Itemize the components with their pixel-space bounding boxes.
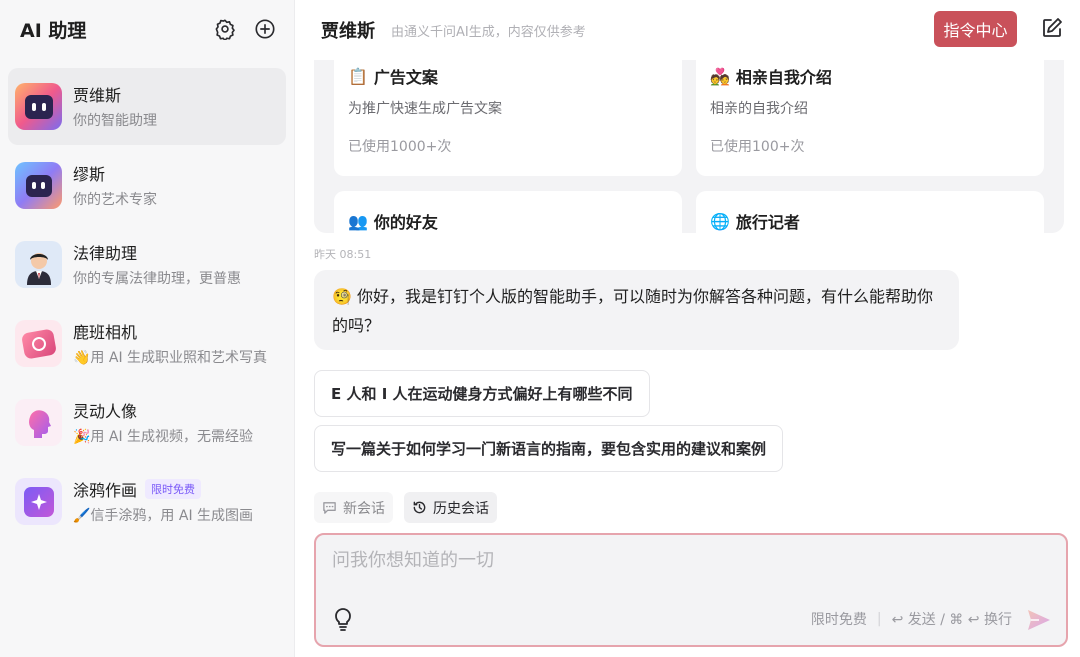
- agent-name: 涂鸦作画 限时免费: [73, 478, 253, 500]
- sidebar-header: AI 助理: [20, 14, 278, 44]
- hint-divider: |: [876, 611, 882, 627]
- assistant-name: 贾维斯: [321, 21, 375, 42]
- agent-item-muse[interactable]: 缪斯 你的艺术专家: [8, 147, 286, 224]
- lawyer-avatar-icon: [15, 241, 62, 288]
- chat-input[interactable]: [332, 547, 1032, 573]
- agent-item-jarvis[interactable]: 贾维斯 你的智能助理: [8, 68, 286, 145]
- card-title: 你的好友: [373, 213, 438, 232]
- agent-item-legal[interactable]: 法律助理 你的专属法律助理，更普惠: [8, 226, 286, 303]
- free-badge: 限时免费: [145, 479, 202, 499]
- palette-robot-avatar-icon: [15, 162, 62, 209]
- agent-desc: 🖌️信手涂鸦，用 AI 生成图画: [73, 508, 254, 524]
- new-session-button[interactable]: 新会话: [314, 492, 393, 523]
- settings-gear-icon[interactable]: [212, 16, 238, 42]
- agent-desc: 👋用 AI 生成职业照和艺术写真: [73, 350, 268, 366]
- input-hints: 限时免费 | ↩ 发送 / ⌘ ↩ 换行: [811, 609, 1012, 629]
- new-session-label: 新会话: [343, 500, 385, 517]
- card-title: 旅行记者: [735, 213, 800, 232]
- sidebar: AI 助理 贾维斯 你的智能助理 缪斯 你的艺术专家 法律助理 你的专属法律助理…: [0, 0, 295, 657]
- prompt-card-dating-intro[interactable]: 💑 相亲自我介绍 相亲的自我介绍 已使用100+次: [696, 60, 1044, 176]
- card-title: 广告文案: [373, 68, 438, 87]
- camera-avatar-icon: [15, 320, 62, 367]
- card-desc: 为推广快速生成广告文案: [348, 101, 502, 117]
- robot-avatar-icon: [15, 83, 62, 130]
- agent-name: 缪斯: [73, 165, 106, 184]
- card-usage: 已使用1000+次: [348, 139, 452, 155]
- assistant-disclaimer: 由通义千问AI生成，内容仅供参考: [391, 24, 586, 40]
- prompt-cards-panel: 📋 广告文案 为推广快速生成广告文案 已使用1000+次 💑 相亲自我介绍 相亲…: [314, 60, 1064, 233]
- prompt-card-ad-copy[interactable]: 📋 广告文案 为推广快速生成广告文案 已使用1000+次: [334, 60, 682, 176]
- agent-list: 贾维斯 你的智能助理 缪斯 你的艺术专家 法律助理 你的专属法律助理，更普惠 鹿…: [8, 68, 286, 542]
- agent-desc: 你的艺术专家: [73, 192, 157, 208]
- message-timestamp: 昨天 08:51: [314, 248, 372, 261]
- couple-icon: 💑: [710, 66, 730, 86]
- agent-name: 灵动人像: [73, 402, 138, 421]
- agent-name: 鹿班相机: [73, 323, 138, 342]
- main-panel: 贾维斯 由通义千问AI生成，内容仅供参考 指令中心 📋 广告文案 为推广快速生成…: [296, 0, 1080, 657]
- globe-icon: 🌐: [710, 211, 730, 231]
- card-usage: 已使用100+次: [710, 139, 805, 155]
- history-session-button[interactable]: 历史会话: [404, 492, 497, 523]
- people-icon: 👥: [348, 211, 368, 231]
- agent-item-doodle[interactable]: 涂鸦作画 限时免费 🖌️信手涂鸦，用 AI 生成图画: [8, 463, 286, 540]
- add-circle-icon[interactable]: [252, 16, 278, 42]
- history-session-label: 历史会话: [433, 500, 489, 517]
- lightbulb-icon[interactable]: [332, 607, 354, 631]
- agent-desc: 你的专属法律助理，更普惠: [73, 271, 241, 287]
- edit-note-icon[interactable]: [1040, 16, 1064, 40]
- agent-name: 法律助理: [73, 244, 138, 263]
- send-shortcut-hint: ↩ 发送 / ⌘ ↩ 换行: [891, 612, 1012, 628]
- suggestion-chip[interactable]: 写一篇关于如何学习一门新语言的指南，要包含实用的建议和案例: [314, 425, 784, 472]
- sidebar-title: AI 助理: [20, 19, 87, 42]
- prompt-card-travel-reporter[interactable]: 🌐 旅行记者: [696, 191, 1044, 233]
- portrait-avatar-icon: [15, 399, 62, 446]
- doodle-avatar-icon: [15, 478, 62, 525]
- command-center-button[interactable]: 指令中心: [934, 11, 1017, 47]
- suggestion-chip[interactable]: E 人和 I 人在运动健身方式偏好上有哪些不同: [314, 370, 650, 417]
- history-clock-icon: [413, 501, 426, 514]
- agent-name: 贾维斯: [73, 86, 122, 105]
- agent-name-text: 涂鸦作画: [73, 481, 138, 500]
- chat-bubble-icon: [323, 502, 336, 514]
- agent-item-camera[interactable]: 鹿班相机 👋用 AI 生成职业照和艺术写真: [8, 305, 286, 382]
- send-icon[interactable]: [1026, 607, 1052, 633]
- clipboard-icon: 📋: [348, 66, 368, 86]
- prompt-card-your-friend[interactable]: 👥 你的好友: [334, 191, 682, 233]
- agent-desc: 🎉用 AI 生成视频，无需经验: [73, 429, 254, 445]
- chat-input-box: 限时免费 | ↩ 发送 / ⌘ ↩ 换行: [314, 533, 1068, 647]
- card-desc: 相亲的自我介绍: [710, 101, 808, 117]
- agent-desc: 你的智能助理: [73, 113, 157, 129]
- agent-item-portrait[interactable]: 灵动人像 🎉用 AI 生成视频，无需经验: [8, 384, 286, 461]
- card-title: 相亲自我介绍: [735, 68, 832, 87]
- free-label: 限时免费: [810, 612, 867, 628]
- assistant-greeting-bubble: 🧐 你好，我是钉钉个人版的智能助手，可以随时为你解答各种问题，有什么能帮助你的吗…: [314, 270, 959, 350]
